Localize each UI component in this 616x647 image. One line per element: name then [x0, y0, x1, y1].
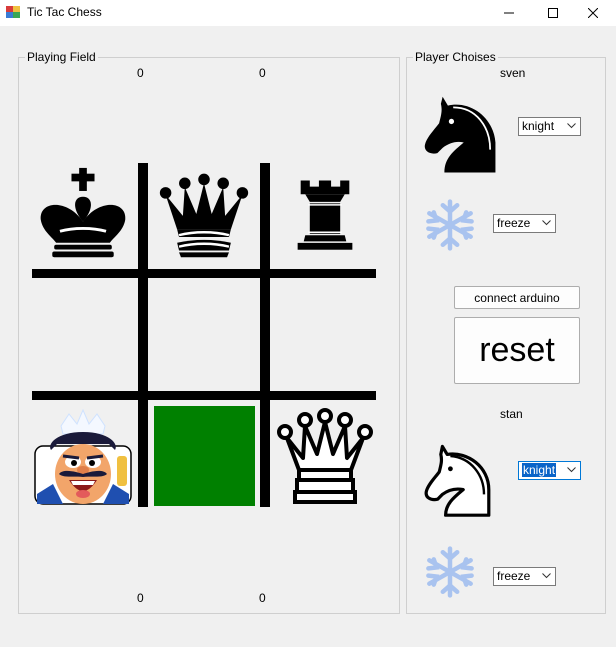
black-queen-icon	[159, 173, 249, 258]
playing-field-label: Playing Field	[25, 50, 98, 64]
white-knight-icon	[424, 444, 491, 517]
snowflake-icon	[426, 546, 474, 598]
player1-piece-value: knight	[522, 119, 555, 133]
connect-arduino-label: connect arduino	[474, 290, 560, 305]
minimize-button[interactable]	[486, 0, 532, 26]
reset-label: reset	[479, 331, 555, 369]
score-top-right: 0	[259, 66, 266, 80]
maximize-icon	[548, 8, 558, 18]
board-cell-9[interactable]	[274, 404, 376, 508]
score-top-left: 0	[137, 66, 144, 80]
highlighted-cell	[153, 406, 255, 506]
board-cell-8[interactable]	[152, 404, 256, 508]
minimize-icon	[504, 12, 514, 14]
black-knight-icon	[424, 96, 496, 173]
snowflake-icon	[426, 199, 474, 251]
white-queen-icon	[277, 408, 373, 504]
player2-piece-value: knight	[522, 463, 557, 477]
title-bar: Tic Tac Chess	[0, 0, 616, 26]
score-bottom-left: 0	[137, 591, 144, 605]
board-cell-3[interactable]	[274, 163, 376, 265]
player1-name: sven	[500, 66, 526, 80]
score-bottom-right: 0	[259, 591, 266, 605]
chevron-down-icon	[567, 123, 576, 129]
black-king-icon	[40, 167, 126, 258]
window-title: Tic Tac Chess	[27, 5, 102, 19]
chevron-down-icon	[542, 220, 551, 226]
player2-piece-select[interactable]: knight	[518, 461, 581, 480]
board-cell-4[interactable]	[32, 282, 134, 387]
player-choices-label: Player Choises	[413, 50, 498, 64]
board-line-vertical-1	[138, 163, 148, 507]
chevron-down-icon	[567, 467, 576, 473]
board-line-horizontal-1	[32, 269, 376, 278]
black-rook-icon	[297, 180, 353, 250]
app-icon	[6, 6, 20, 18]
board-cell-1[interactable]	[32, 163, 134, 265]
connect-arduino-button[interactable]: connect arduino	[454, 286, 580, 309]
board-cell-5[interactable]	[152, 282, 256, 387]
player2-power-value: freeze	[497, 569, 531, 583]
close-icon	[588, 8, 598, 18]
close-button[interactable]	[570, 0, 616, 26]
board-line-vertical-2	[260, 163, 270, 507]
player1-piece-select[interactable]: knight	[518, 117, 581, 136]
cartoon-king-emote	[34, 408, 132, 505]
player1-power-value: freeze	[497, 216, 531, 230]
board-cell-7[interactable]	[32, 404, 134, 508]
player2-power-select[interactable]: freeze	[493, 567, 556, 586]
player1-power-select[interactable]: freeze	[493, 214, 556, 233]
board-cell-2[interactable]	[152, 163, 256, 265]
chevron-down-icon	[542, 573, 551, 579]
reset-button[interactable]: reset	[454, 317, 580, 384]
player2-name: stan	[500, 407, 523, 421]
board-line-horizontal-2	[32, 391, 376, 400]
board-cell-6[interactable]	[274, 282, 376, 387]
